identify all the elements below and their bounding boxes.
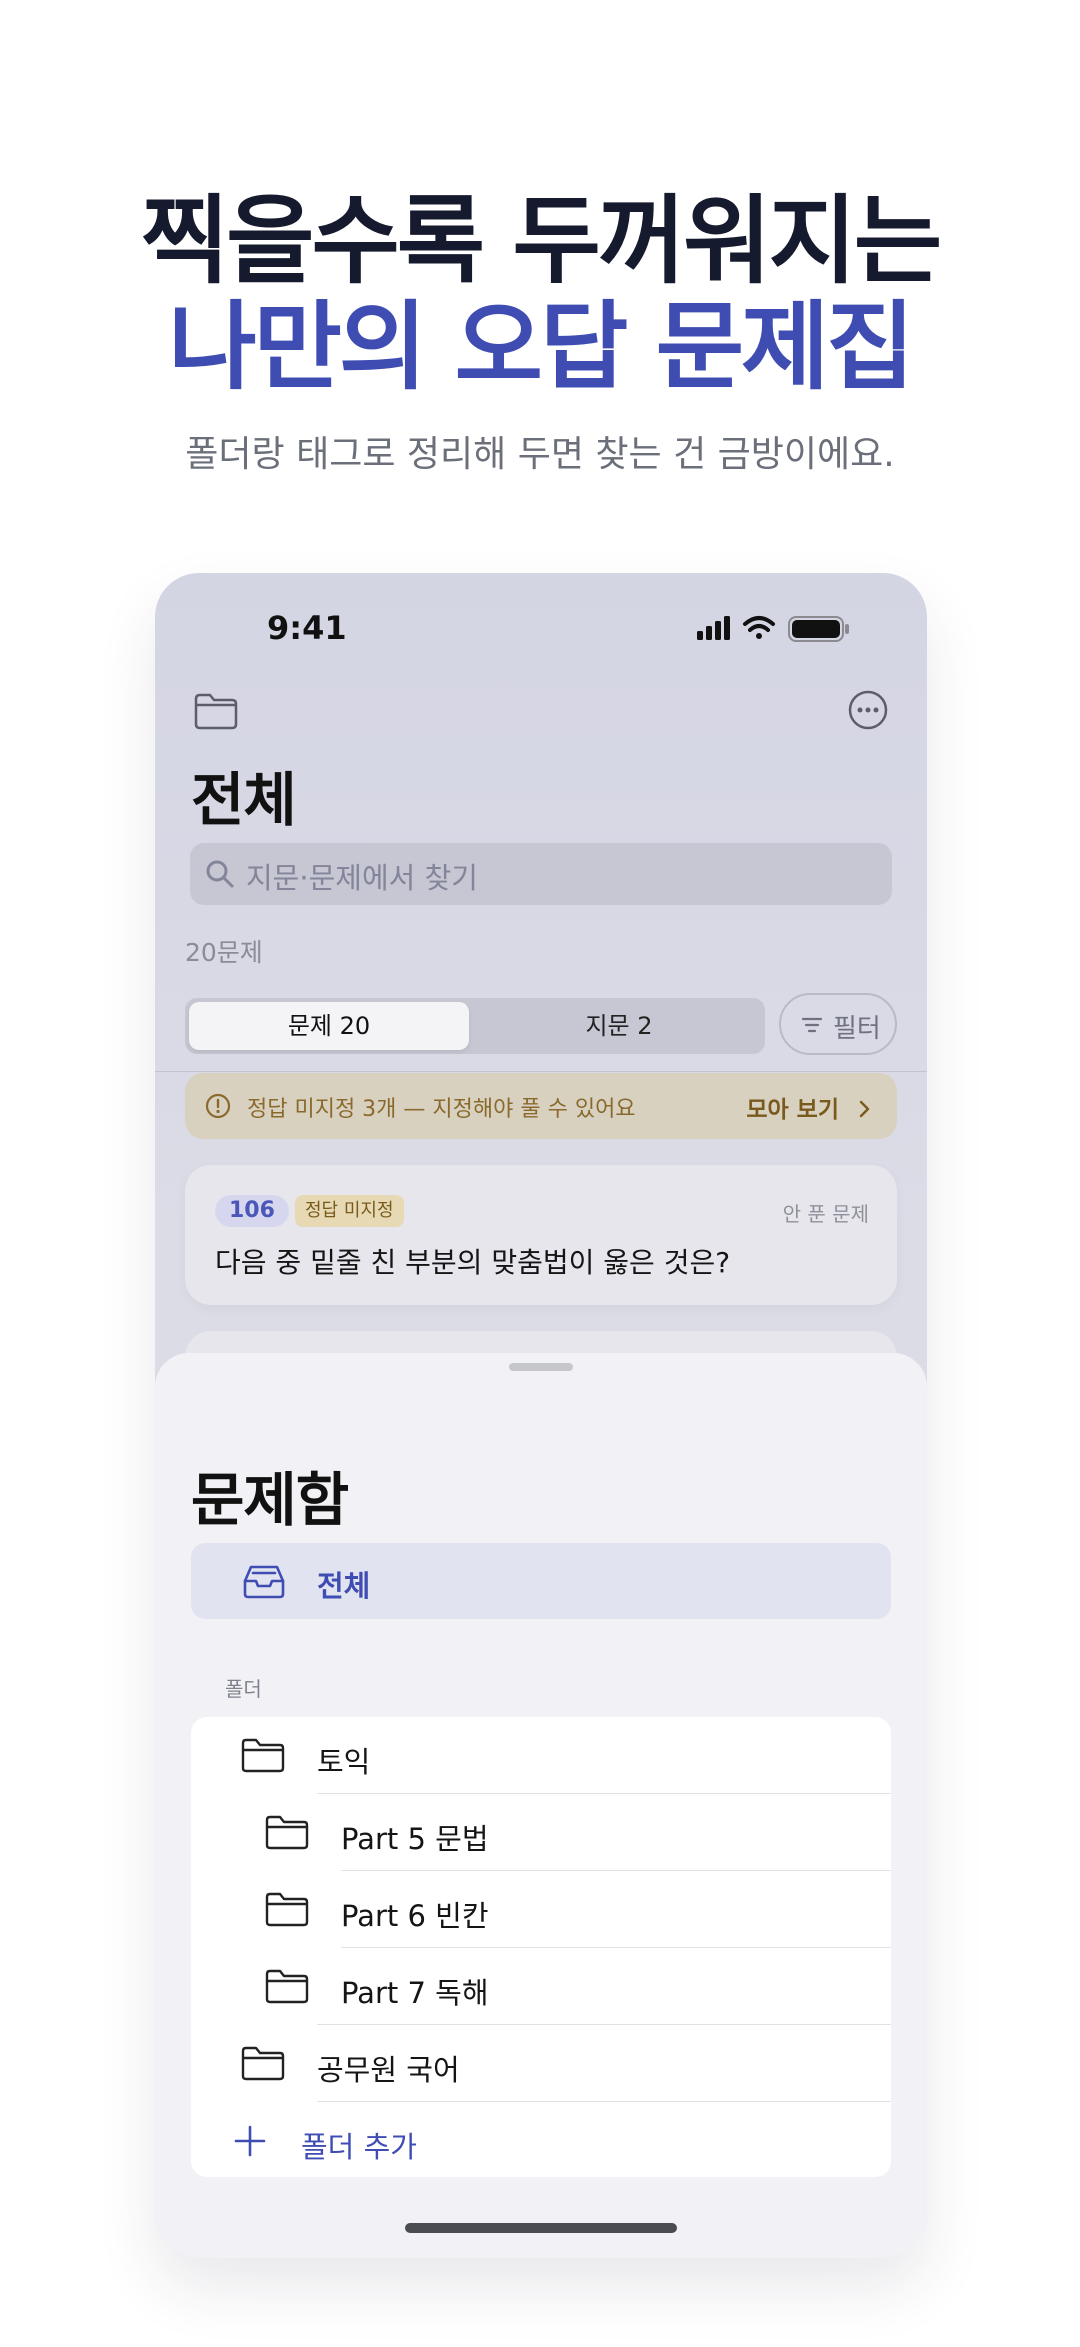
warning-action[interactable]: 모아 보기 (746, 1090, 873, 1124)
hero-headline-line2: 나만의 오답 문제집 (168, 291, 914, 403)
phone-mockup: 9:41 전체 지문·문제에서 찾기 20문제 문제 20 지문 2 필터 정답… (155, 573, 927, 2258)
status-icons (697, 613, 857, 643)
question-meta: 안 푼 문제 (782, 1202, 869, 1226)
folder-item[interactable]: 공무원 국어 (191, 2025, 891, 2102)
folder-label: Part 7 독해 (341, 1976, 489, 2010)
folder-icon (241, 2045, 285, 2081)
signal-icon (697, 616, 730, 640)
section-header-folders: 폴더 (225, 1677, 262, 1701)
folder-list: 토익 Part 5 문법 Part 6 빈칸 Part 7 독해 공무원 국어 … (191, 1717, 891, 2177)
add-folder-label: 폴더 추가 (301, 2130, 417, 2164)
chevron-right-icon (859, 1100, 870, 1118)
segment-passages[interactable]: 지문 2 (477, 1002, 761, 1050)
home-indicator (405, 2223, 677, 2233)
warning-action-label: 모아 보기 (746, 1097, 839, 1123)
question-number-badge: 106 (215, 1195, 289, 1227)
page-title: 전체 (191, 766, 297, 834)
status-badge: 정답 미지정 (295, 1195, 404, 1227)
warning-text: 정답 미지정 3개 — 지정해야 풀 수 있어요 (247, 1097, 636, 1122)
folder-label: 공무원 국어 (317, 2053, 460, 2087)
search-field[interactable]: 지문·문제에서 찾기 (190, 843, 892, 905)
plus-icon (233, 2124, 267, 2158)
question-card[interactable]: 106 정답 미지정 안 푼 문제 다음 중 밑줄 친 부분의 맞춤법이 옳은 … (185, 1165, 897, 1305)
folder-item[interactable]: Part 6 빈칸 (191, 1871, 891, 1948)
segmented-control: 문제 20 지문 2 (185, 998, 765, 1054)
inbox-icon (241, 1563, 287, 1599)
folder-item[interactable]: Part 5 문법 (191, 1794, 891, 1871)
add-folder-button[interactable]: 폴더 추가 (191, 2102, 891, 2179)
status-time: 9:41 (267, 609, 347, 647)
item-count: 20문제 (185, 938, 263, 967)
folder-label: Part 6 빈칸 (341, 1899, 489, 1933)
folder-item[interactable]: 토익 (191, 1717, 891, 1794)
search-icon (204, 858, 236, 890)
question-text: 다음 중 밑줄 친 부분의 맞춤법이 옳은 것은? (215, 1246, 731, 1279)
filter-button[interactable]: 필터 (779, 993, 897, 1055)
search-placeholder: 지문·문제에서 찾기 (246, 861, 478, 895)
sheet-title: 문제함 (191, 1466, 349, 1534)
folder-item[interactable]: Part 7 독해 (191, 1948, 891, 2025)
folder-icon[interactable] (193, 691, 239, 731)
hero-subtitle: 폴더랑 태그로 정리해 두면 찾는 건 금방이에요. (185, 434, 895, 475)
segment-questions[interactable]: 문제 20 (189, 1002, 469, 1050)
filter-icon (801, 1015, 823, 1035)
folder-label: 토익 (317, 1745, 371, 1779)
sheet-grabber[interactable] (509, 1363, 573, 1371)
folder-icon (265, 1891, 309, 1927)
alert-circle-icon (205, 1093, 231, 1119)
folder-icon (265, 1968, 309, 2004)
wifi-icon (743, 616, 775, 639)
divider (155, 1071, 927, 1072)
folder-icon (241, 1737, 285, 1773)
folder-label: Part 5 문법 (341, 1822, 489, 1856)
sidebar-item-all[interactable]: 전체 (191, 1543, 891, 1619)
battery-icon (788, 616, 849, 642)
sidebar-item-all-label: 전체 (317, 1569, 371, 1603)
folder-icon (265, 1814, 309, 1850)
more-icon[interactable] (847, 689, 889, 731)
warning-banner[interactable]: 정답 미지정 3개 — 지정해야 풀 수 있어요 모아 보기 (185, 1073, 897, 1139)
hero-headline-line1: 찍을수록 두꺼워지는 (140, 185, 942, 297)
filter-label: 필터 (833, 1014, 881, 1044)
bottom-sheet: 문제함 전체 폴더 토익 Part 5 문법 Part 6 빈칸 Part 7 … (155, 1353, 927, 2258)
